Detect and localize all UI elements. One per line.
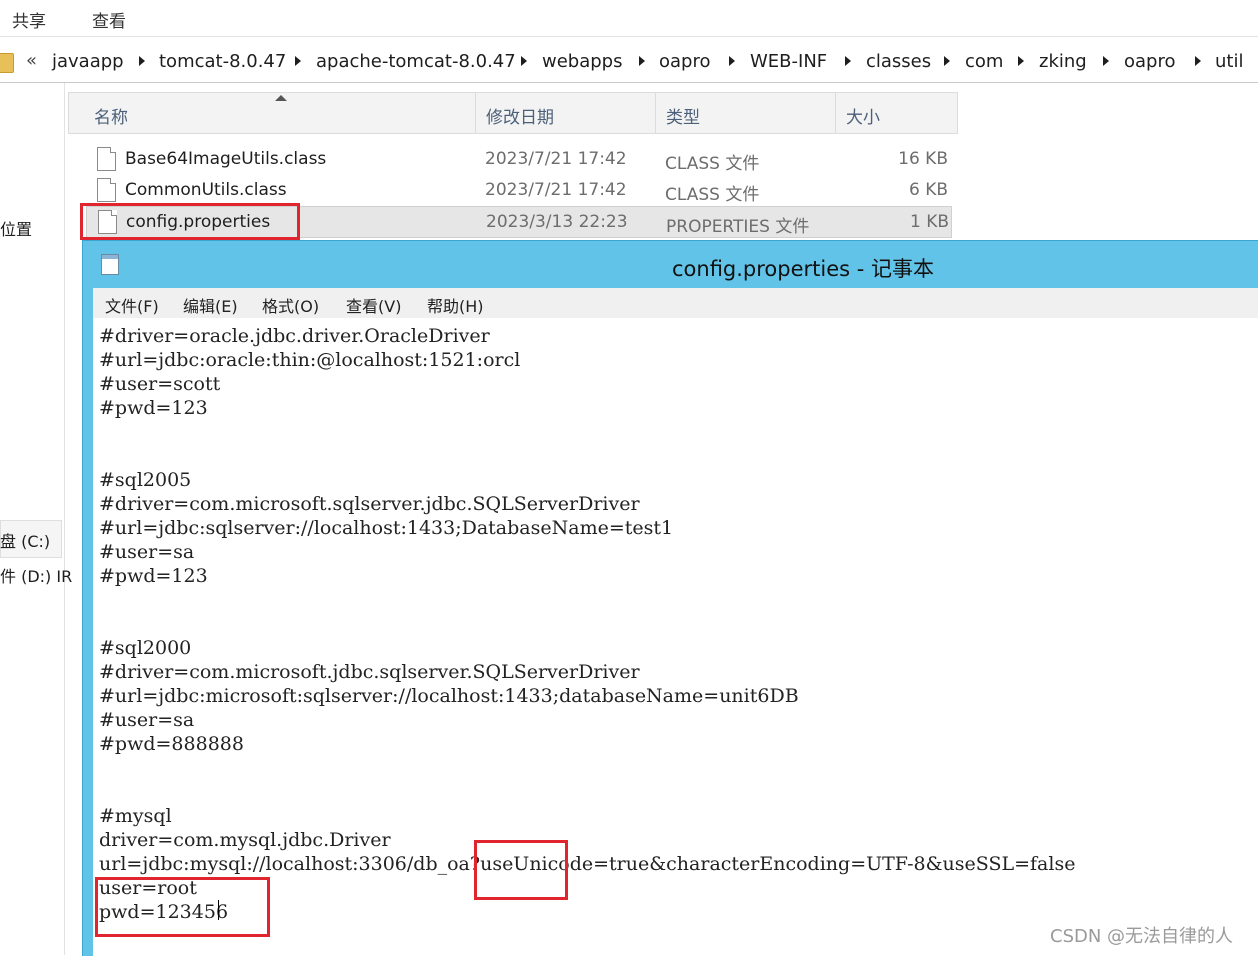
- column-name[interactable]: 名称: [94, 103, 128, 128]
- nav-item-drive-c[interactable]: 盘 (C:): [0, 528, 50, 552]
- column-header: 名称 修改日期 类型 大小: [68, 92, 958, 134]
- breadcrumb-tomcat[interactable]: tomcat-8.0.47: [159, 51, 286, 72]
- file-size: 6 KB: [908, 180, 948, 200]
- file-size: 1 KB: [909, 212, 949, 232]
- text-editor[interactable]: #driver=oracle.jdbc.driver.OracleDriver …: [93, 318, 1258, 956]
- file-date: 2023/7/21 17:42: [485, 149, 627, 169]
- breadcrumb-javaapp[interactable]: javaapp: [52, 51, 124, 72]
- column-divider[interactable]: [475, 93, 476, 133]
- breadcrumb-web-inf[interactable]: WEB-INF: [750, 51, 827, 72]
- file-type: CLASS 文件: [665, 154, 760, 174]
- watermark: CSDN @无法自律的人: [1050, 926, 1234, 947]
- breadcrumb-com[interactable]: com: [965, 51, 1003, 72]
- file-icon: [97, 178, 116, 202]
- chevron-right-icon[interactable]: [295, 56, 301, 66]
- sort-up-icon: [275, 95, 287, 101]
- file-date: 2023/7/21 17:42: [485, 180, 627, 200]
- file-type: PROPERTIES 文件: [666, 217, 810, 237]
- title-bar[interactable]: config.properties - 记事本: [83, 241, 1258, 288]
- chevron-right-icon[interactable]: [639, 56, 645, 66]
- column-divider[interactable]: [835, 93, 836, 133]
- file-row[interactable]: Base64ImageUtils.class 2023/7/21 17:42 C…: [86, 144, 950, 174]
- menu-bar: 文件(F) 编辑(E) 格式(O) 查看(V) 帮助(H): [93, 288, 1258, 318]
- menu-view[interactable]: 查看(V): [346, 293, 401, 317]
- menu-format[interactable]: 格式(O): [262, 293, 319, 317]
- chevron-right-icon[interactable]: [1195, 56, 1201, 66]
- file-date: 2023/3/13 22:23: [486, 212, 628, 232]
- file-content: #driver=oracle.jdbc.driver.OracleDriver …: [99, 325, 1076, 923]
- menu-edit[interactable]: 编辑(E): [183, 293, 238, 317]
- breadcrumb-oapro-2[interactable]: oapro: [1124, 51, 1176, 72]
- window-title: config.properties - 记事本: [671, 257, 935, 281]
- address-bar[interactable]: « javaapp tomcat-8.0.47 apache-tomcat-8.…: [0, 44, 1258, 83]
- address-overflow-button[interactable]: «: [26, 50, 37, 71]
- notepad-window: config.properties - 记事本 文件(F) 编辑(E) 格式(O…: [82, 240, 1258, 956]
- breadcrumb-oapro[interactable]: oapro: [659, 51, 711, 72]
- chevron-right-icon[interactable]: [521, 56, 527, 66]
- ribbon: 共享 查看: [0, 0, 1258, 37]
- breadcrumb-zking[interactable]: zking: [1039, 51, 1087, 72]
- menu-help[interactable]: 帮助(H): [427, 293, 484, 317]
- chevron-right-icon[interactable]: [845, 56, 851, 66]
- column-date[interactable]: 修改日期: [486, 103, 554, 128]
- breadcrumb-util[interactable]: util: [1215, 51, 1243, 72]
- highlight-box-credentials: [95, 877, 270, 937]
- nav-item-drive-d[interactable]: 件 (D:) IR: [0, 563, 72, 587]
- highlight-box-filename: [80, 203, 300, 240]
- file-row[interactable]: CommonUtils.class 2023/7/21 17:42 CLASS …: [86, 175, 950, 205]
- column-size[interactable]: 大小: [846, 103, 880, 128]
- chevron-right-icon[interactable]: [944, 56, 950, 66]
- column-divider[interactable]: [655, 93, 656, 133]
- ribbon-tab-share[interactable]: 共享: [12, 7, 46, 32]
- file-size: 16 KB: [898, 149, 948, 169]
- nav-item-location[interactable]: 位置: [0, 216, 32, 240]
- breadcrumb-classes[interactable]: classes: [866, 51, 931, 72]
- column-type[interactable]: 类型: [666, 103, 700, 128]
- navigation-pane: 位置 盘 (C:) 件 (D:) IR: [0, 83, 72, 955]
- menu-file[interactable]: 文件(F): [105, 293, 159, 317]
- highlight-box-database: [474, 840, 568, 900]
- breadcrumb-webapps[interactable]: webapps: [542, 51, 622, 72]
- file-name: CommonUtils.class: [125, 180, 287, 200]
- chevron-right-icon[interactable]: [1103, 56, 1109, 66]
- file-name: Base64ImageUtils.class: [125, 149, 327, 169]
- breadcrumb-apache-tomcat[interactable]: apache-tomcat-8.0.47: [316, 51, 516, 72]
- file-icon: [97, 147, 116, 171]
- chevron-right-icon[interactable]: [139, 56, 145, 66]
- folder-icon: [0, 53, 14, 73]
- ribbon-tab-view[interactable]: 查看: [92, 7, 126, 32]
- file-type: CLASS 文件: [665, 185, 760, 205]
- chevron-right-icon[interactable]: [729, 56, 735, 66]
- chevron-right-icon[interactable]: [1018, 56, 1024, 66]
